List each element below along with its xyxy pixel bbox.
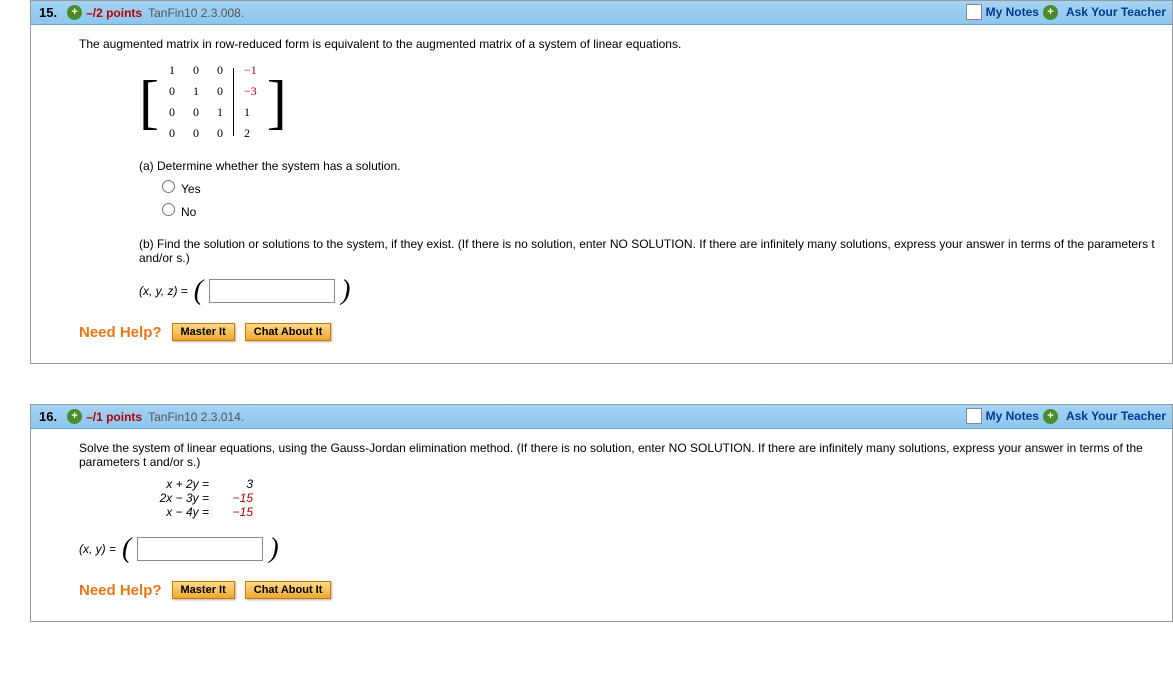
my-notes-link[interactable]: My Notes	[986, 5, 1039, 19]
answer-row: (x, y) = ( )	[79, 533, 1156, 565]
need-help: Need Help? Master It Chat About It	[79, 581, 1156, 599]
question-header: 16. + –/1 points TanFin10 2.3.014. My No…	[31, 405, 1172, 429]
source: TanFin10 2.3.008.	[148, 6, 244, 20]
matrix: [ 100010001000 −1−312 ]	[139, 59, 1156, 145]
radio-yes[interactable]: Yes	[157, 177, 1156, 196]
need-help: Need Help? Master It Chat About It	[79, 323, 1156, 341]
checkbox-icon[interactable]	[966, 408, 982, 424]
points: –/2 points	[86, 6, 142, 20]
add-icon[interactable]: +	[1043, 5, 1058, 20]
chat-about-it-button[interactable]: Chat About It	[245, 581, 332, 599]
master-it-button[interactable]: Master It	[172, 581, 235, 599]
points: –/1 points	[86, 410, 142, 424]
header-links: My Notes + Ask Your Teacher	[966, 408, 1166, 424]
question-body: The augmented matrix in row-reduced form…	[31, 25, 1172, 363]
question-number: 16.	[39, 409, 57, 424]
answer-input[interactable]	[209, 279, 335, 303]
radio-no[interactable]: No	[157, 200, 1156, 219]
question-body: Solve the system of linear equations, us…	[31, 429, 1172, 621]
question-15: 15. + –/2 points TanFin10 2.3.008. My No…	[30, 0, 1173, 364]
expand-icon[interactable]: +	[67, 5, 82, 20]
my-notes-link[interactable]: My Notes	[986, 409, 1039, 423]
add-icon[interactable]: +	[1043, 409, 1058, 424]
part-a-prompt: (a) Determine whether the system has a s…	[139, 159, 1156, 173]
intro-text: The augmented matrix in row-reduced form…	[79, 37, 1156, 51]
answer-row: (x, y, z) = ( )	[139, 275, 1156, 307]
answer-input[interactable]	[137, 537, 263, 561]
question-16: 16. + –/1 points TanFin10 2.3.014. My No…	[30, 404, 1173, 622]
tuple-label: (x, y, z) =	[139, 284, 188, 298]
source: TanFin10 2.3.014.	[148, 410, 244, 424]
header-links: My Notes + Ask Your Teacher	[966, 4, 1166, 20]
ask-teacher-link[interactable]: Ask Your Teacher	[1066, 409, 1166, 423]
checkbox-icon[interactable]	[966, 4, 982, 20]
ask-teacher-link[interactable]: Ask Your Teacher	[1066, 5, 1166, 19]
intro-text: Solve the system of linear equations, us…	[79, 441, 1156, 469]
question-header: 15. + –/2 points TanFin10 2.3.008. My No…	[31, 1, 1172, 25]
expand-icon[interactable]: +	[67, 409, 82, 424]
master-it-button[interactable]: Master It	[172, 323, 235, 341]
chat-about-it-button[interactable]: Chat About It	[245, 323, 332, 341]
part-b-prompt: (b) Find the solution or solutions to th…	[139, 237, 1156, 265]
tuple-label: (x, y) =	[79, 542, 116, 556]
equations: x + 2y =3 2x − 3y =−15 x − 4y =−15	[139, 477, 1156, 519]
question-number: 15.	[39, 5, 57, 20]
